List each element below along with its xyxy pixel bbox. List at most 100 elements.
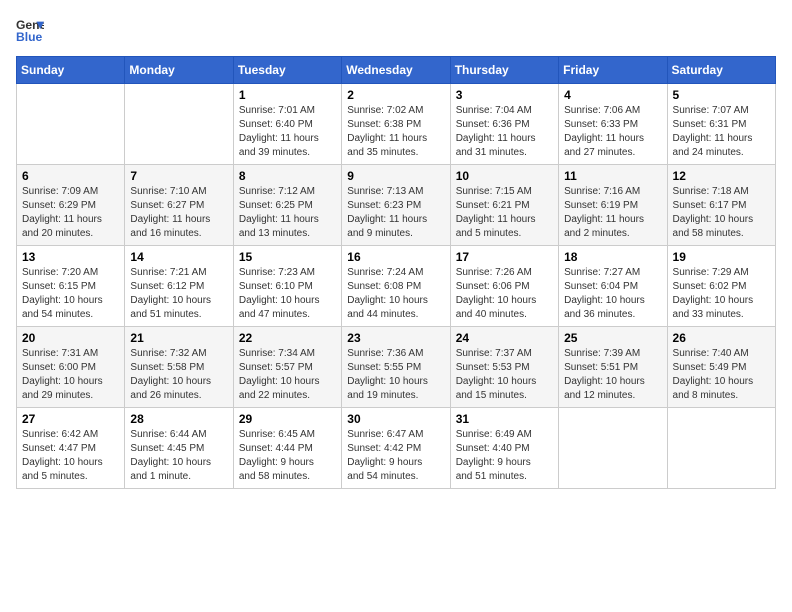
calendar-cell: 24 Sunrise: 7:37 AM Sunset: 5:53 PM Dayli…: [450, 327, 558, 408]
calendar-cell: [559, 408, 667, 489]
calendar-cell: 7 Sunrise: 7:10 AM Sunset: 6:27 PM Daylig…: [125, 165, 233, 246]
day-info: Sunrise: 7:31 AM Sunset: 6:00 PM Dayligh…: [22, 348, 103, 401]
calendar-cell: 12 Sunrise: 7:18 AM Sunset: 6:17 PM Dayli…: [667, 165, 775, 246]
day-info: Sunrise: 6:44 AM Sunset: 4:45 PM Dayligh…: [130, 429, 211, 482]
day-info: Sunrise: 6:42 AM Sunset: 4:47 PM Dayligh…: [22, 429, 103, 482]
day-number: 28: [130, 412, 227, 426]
day-number: 1: [239, 88, 336, 102]
logo: General Blue: [16, 16, 44, 44]
day-number: 24: [456, 331, 553, 345]
day-number: 8: [239, 169, 336, 183]
header-saturday: Saturday: [667, 57, 775, 84]
calendar-cell: 22 Sunrise: 7:34 AM Sunset: 5:57 PM Dayli…: [233, 327, 341, 408]
calendar-cell: 28 Sunrise: 6:44 AM Sunset: 4:45 PM Dayli…: [125, 408, 233, 489]
day-info: Sunrise: 7:21 AM Sunset: 6:12 PM Dayligh…: [130, 267, 211, 320]
day-number: 21: [130, 331, 227, 345]
day-info: Sunrise: 6:49 AM Sunset: 4:40 PM Dayligh…: [456, 429, 532, 482]
day-info: Sunrise: 7:01 AM Sunset: 6:40 PM Dayligh…: [239, 105, 319, 158]
day-info: Sunrise: 6:45 AM Sunset: 4:44 PM Dayligh…: [239, 429, 315, 482]
day-number: 30: [347, 412, 444, 426]
day-number: 12: [673, 169, 770, 183]
svg-text:Blue: Blue: [16, 30, 43, 44]
calendar-week-row: 27 Sunrise: 6:42 AM Sunset: 4:47 PM Dayli…: [17, 408, 776, 489]
calendar-week-row: 13 Sunrise: 7:20 AM Sunset: 6:15 PM Dayli…: [17, 246, 776, 327]
header-tuesday: Tuesday: [233, 57, 341, 84]
day-info: Sunrise: 7:23 AM Sunset: 6:10 PM Dayligh…: [239, 267, 320, 320]
calendar-cell: 2Sunrise: 7:02 AM Sunset: 6:38 PM Daylig…: [342, 84, 450, 165]
day-number: 2: [347, 88, 444, 102]
logo-icon: General Blue: [16, 16, 44, 44]
calendar-cell: 17Sunrise: 7:26 AM Sunset: 6:06 PM Dayli…: [450, 246, 558, 327]
calendar-cell: 31 Sunrise: 6:49 AM Sunset: 4:40 PM Dayli…: [450, 408, 558, 489]
day-number: 23: [347, 331, 444, 345]
day-info: Sunrise: 7:06 AM Sunset: 6:33 PM Dayligh…: [564, 105, 644, 158]
calendar-cell: 11 Sunrise: 7:16 AM Sunset: 6:19 PM Dayli…: [559, 165, 667, 246]
calendar-week-row: 1 Sunrise: 7:01 AM Sunset: 6:40 PM Daylig…: [17, 84, 776, 165]
calendar-cell: 19 Sunrise: 7:29 AM Sunset: 6:02 PM Dayli…: [667, 246, 775, 327]
calendar-cell: 16Sunrise: 7:24 AM Sunset: 6:08 PM Dayli…: [342, 246, 450, 327]
calendar-cell: 20Sunrise: 7:31 AM Sunset: 6:00 PM Dayli…: [17, 327, 125, 408]
day-info: Sunrise: 7:36 AM Sunset: 5:55 PM Dayligh…: [347, 348, 428, 401]
day-number: 26: [673, 331, 770, 345]
day-info: Sunrise: 7:18 AM Sunset: 6:17 PM Dayligh…: [673, 186, 754, 239]
calendar-table: SundayMondayTuesdayWednesdayThursdayFrid…: [16, 56, 776, 489]
header-sunday: Sunday: [17, 57, 125, 84]
header-monday: Monday: [125, 57, 233, 84]
calendar-week-row: 6 Sunrise: 7:09 AM Sunset: 6:29 PM Daylig…: [17, 165, 776, 246]
day-number: 7: [130, 169, 227, 183]
day-number: 27: [22, 412, 119, 426]
header-friday: Friday: [559, 57, 667, 84]
day-info: Sunrise: 7:29 AM Sunset: 6:02 PM Dayligh…: [673, 267, 754, 320]
day-info: Sunrise: 7:09 AM Sunset: 6:29 PM Dayligh…: [22, 186, 102, 239]
calendar-cell: [667, 408, 775, 489]
day-number: 6: [22, 169, 119, 183]
day-number: 14: [130, 250, 227, 264]
day-number: 15: [239, 250, 336, 264]
day-info: Sunrise: 7:32 AM Sunset: 5:58 PM Dayligh…: [130, 348, 211, 401]
calendar-cell: 4 Sunrise: 7:06 AM Sunset: 6:33 PM Daylig…: [559, 84, 667, 165]
day-number: 19: [673, 250, 770, 264]
day-info: Sunrise: 7:10 AM Sunset: 6:27 PM Dayligh…: [130, 186, 210, 239]
day-number: 4: [564, 88, 661, 102]
day-number: 25: [564, 331, 661, 345]
calendar-cell: 21 Sunrise: 7:32 AM Sunset: 5:58 PM Dayli…: [125, 327, 233, 408]
page-header: General Blue: [16, 16, 776, 44]
calendar-cell: 6 Sunrise: 7:09 AM Sunset: 6:29 PM Daylig…: [17, 165, 125, 246]
calendar-cell: 10Sunrise: 7:15 AM Sunset: 6:21 PM Dayli…: [450, 165, 558, 246]
calendar-cell: 8 Sunrise: 7:12 AM Sunset: 6:25 PM Daylig…: [233, 165, 341, 246]
day-info: Sunrise: 7:20 AM Sunset: 6:15 PM Dayligh…: [22, 267, 103, 320]
day-info: Sunrise: 7:26 AM Sunset: 6:06 PM Dayligh…: [456, 267, 537, 320]
day-info: Sunrise: 7:34 AM Sunset: 5:57 PM Dayligh…: [239, 348, 320, 401]
day-number: 31: [456, 412, 553, 426]
day-number: 10: [456, 169, 553, 183]
day-number: 22: [239, 331, 336, 345]
day-number: 5: [673, 88, 770, 102]
day-info: Sunrise: 7:24 AM Sunset: 6:08 PM Dayligh…: [347, 267, 428, 320]
day-number: 9: [347, 169, 444, 183]
day-number: 13: [22, 250, 119, 264]
calendar-cell: 5Sunrise: 7:07 AM Sunset: 6:31 PM Daylig…: [667, 84, 775, 165]
day-info: Sunrise: 7:37 AM Sunset: 5:53 PM Dayligh…: [456, 348, 537, 401]
day-info: Sunrise: 7:39 AM Sunset: 5:51 PM Dayligh…: [564, 348, 645, 401]
calendar-cell: 3 Sunrise: 7:04 AM Sunset: 6:36 PM Daylig…: [450, 84, 558, 165]
day-number: 29: [239, 412, 336, 426]
calendar-cell: 14 Sunrise: 7:21 AM Sunset: 6:12 PM Dayli…: [125, 246, 233, 327]
day-info: Sunrise: 7:16 AM Sunset: 6:19 PM Dayligh…: [564, 186, 644, 239]
calendar-cell: [125, 84, 233, 165]
day-number: 11: [564, 169, 661, 183]
calendar-cell: 29 Sunrise: 6:45 AM Sunset: 4:44 PM Dayli…: [233, 408, 341, 489]
day-info: Sunrise: 7:13 AM Sunset: 6:23 PM Dayligh…: [347, 186, 427, 239]
day-info: Sunrise: 7:12 AM Sunset: 6:25 PM Dayligh…: [239, 186, 319, 239]
day-info: Sunrise: 7:27 AM Sunset: 6:04 PM Dayligh…: [564, 267, 645, 320]
calendar-week-row: 20Sunrise: 7:31 AM Sunset: 6:00 PM Dayli…: [17, 327, 776, 408]
calendar-header-row: SundayMondayTuesdayWednesdayThursdayFrid…: [17, 57, 776, 84]
header-thursday: Thursday: [450, 57, 558, 84]
day-info: Sunrise: 7:04 AM Sunset: 6:36 PM Dayligh…: [456, 105, 536, 158]
calendar-cell: 30 Sunrise: 6:47 AM Sunset: 4:42 PM Dayli…: [342, 408, 450, 489]
calendar-cell: 1 Sunrise: 7:01 AM Sunset: 6:40 PM Daylig…: [233, 84, 341, 165]
calendar-cell: 27 Sunrise: 6:42 AM Sunset: 4:47 PM Dayli…: [17, 408, 125, 489]
calendar-cell: 25 Sunrise: 7:39 AM Sunset: 5:51 PM Dayli…: [559, 327, 667, 408]
day-number: 3: [456, 88, 553, 102]
day-info: Sunrise: 6:47 AM Sunset: 4:42 PM Dayligh…: [347, 429, 423, 482]
calendar-cell: 26Sunrise: 7:40 AM Sunset: 5:49 PM Dayli…: [667, 327, 775, 408]
